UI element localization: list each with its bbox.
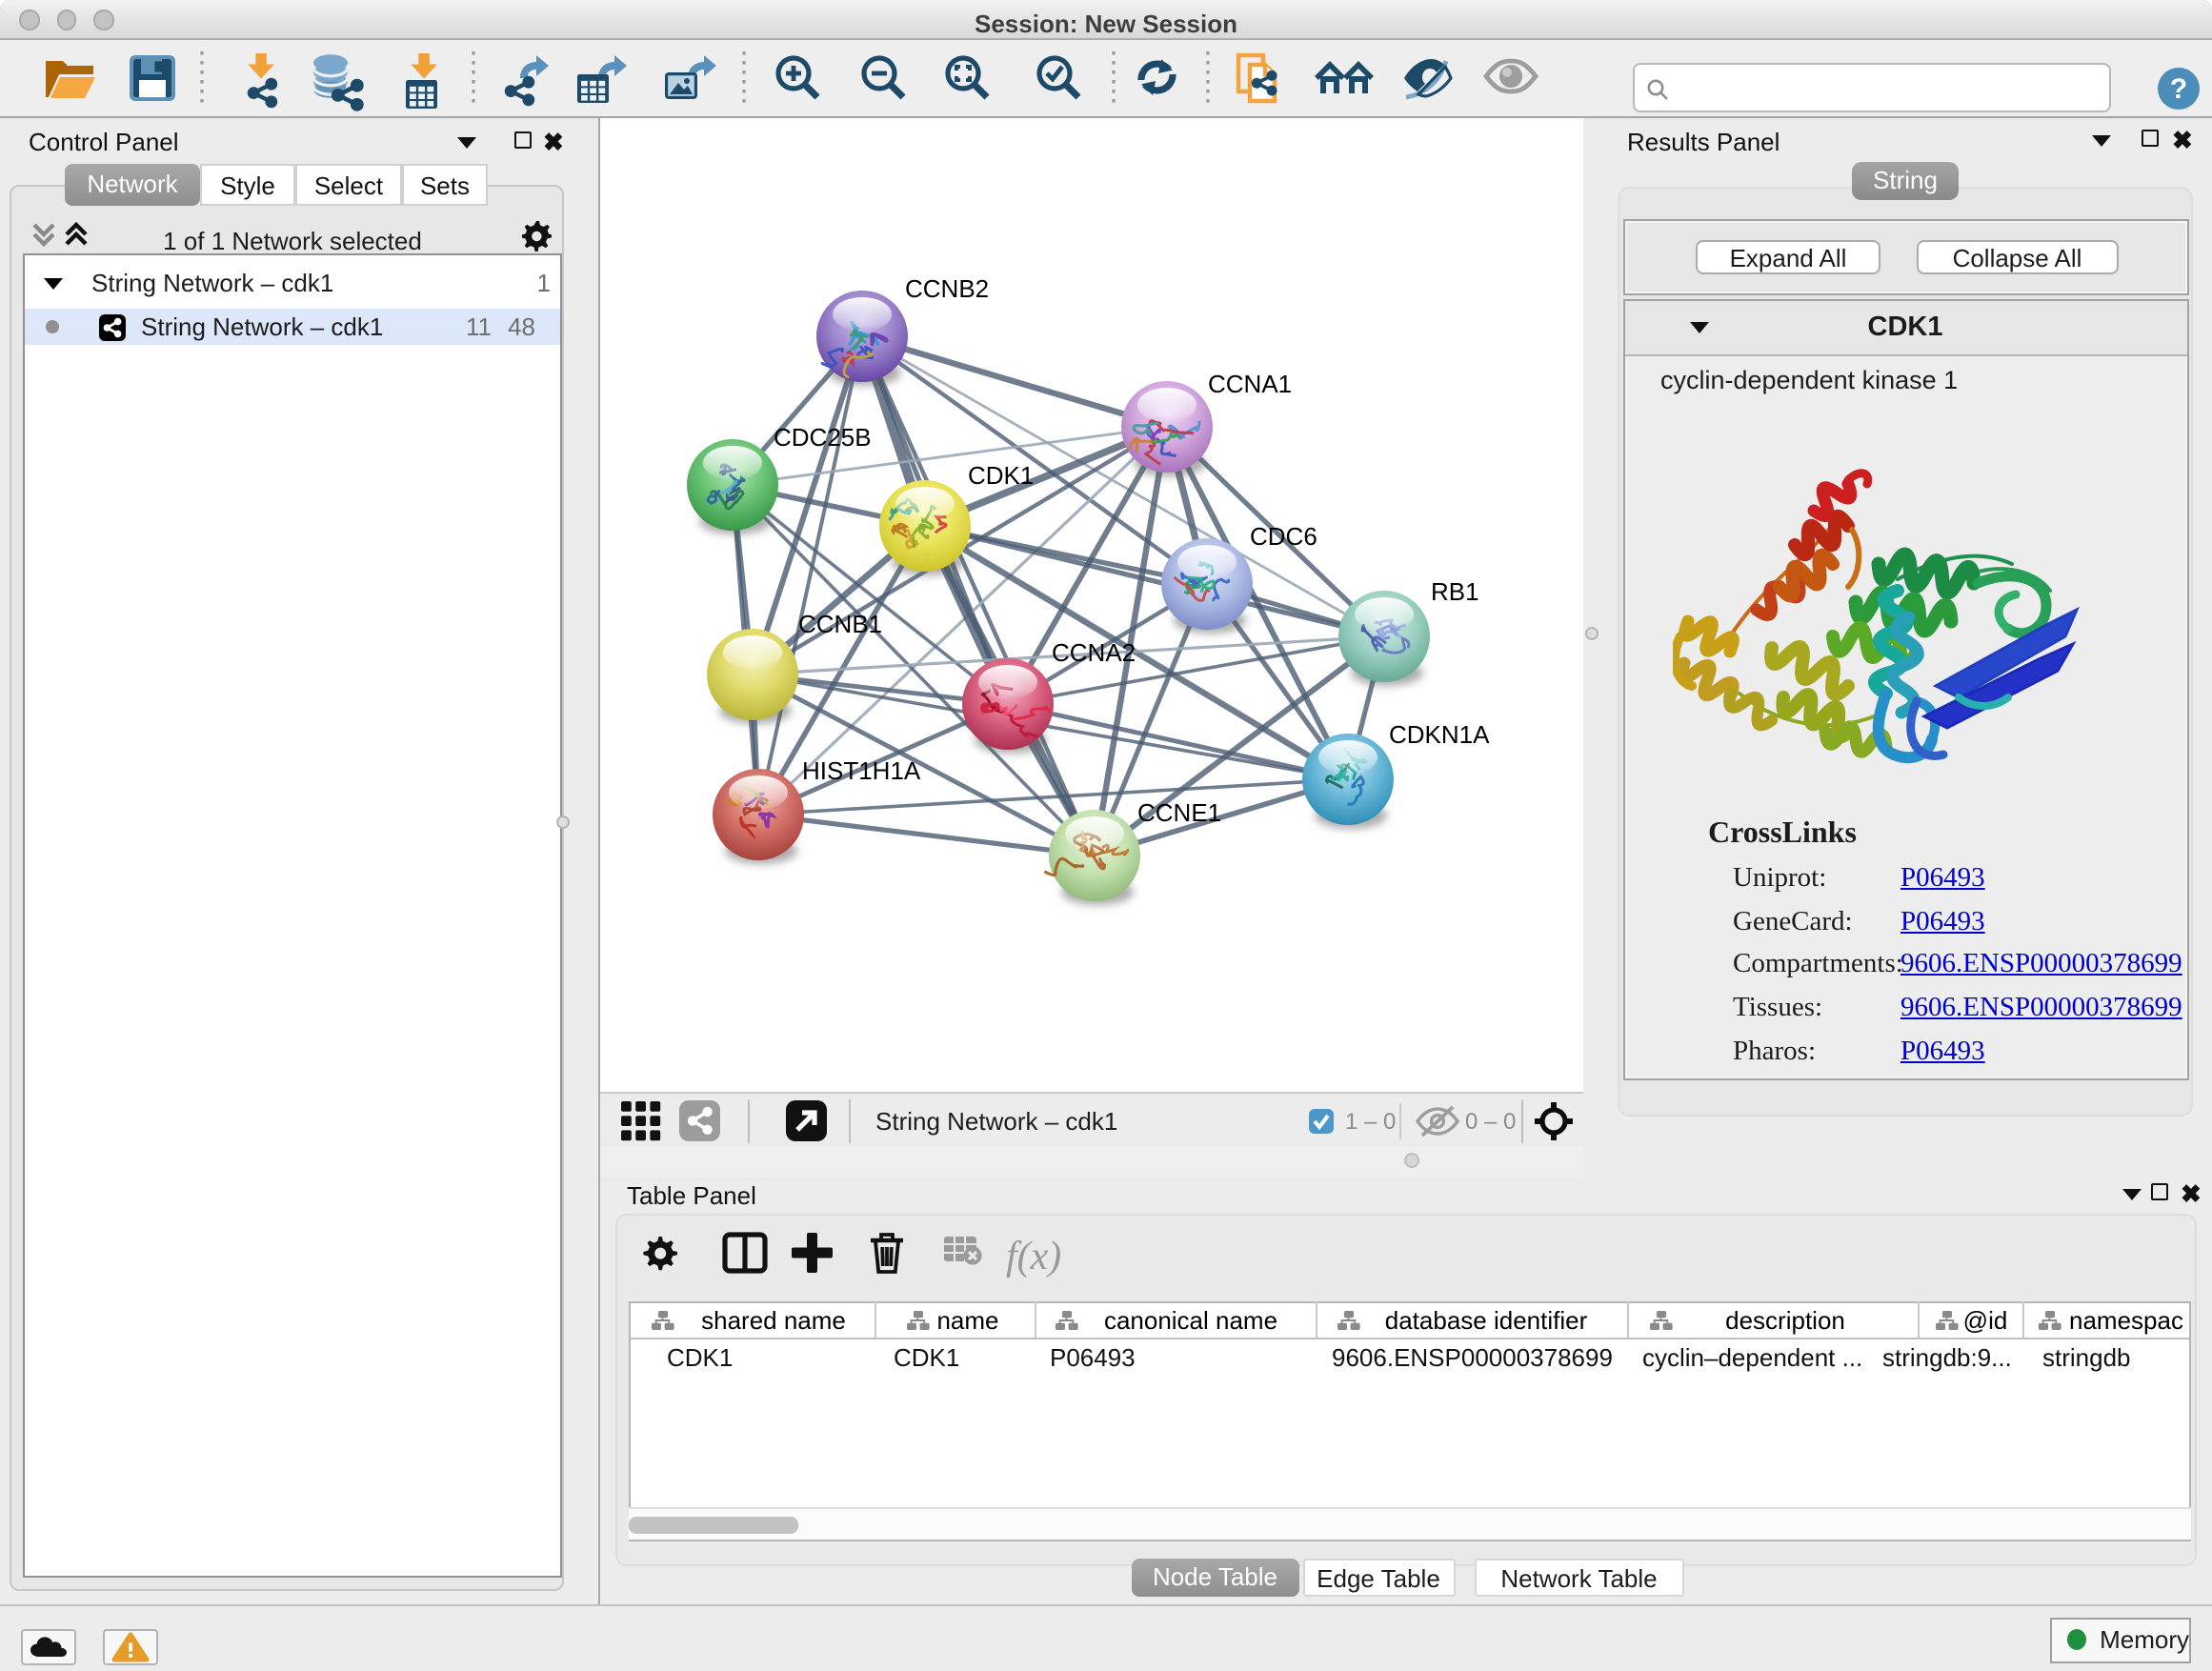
svg-text:9606.ENSP00000378699: 9606.ENSP00000378699 bbox=[1332, 1343, 1613, 1372]
svg-text:?: ? bbox=[2170, 73, 2187, 105]
svg-text:CCNA2: CCNA2 bbox=[1051, 637, 1135, 666]
svg-text:CCNB2: CCNB2 bbox=[904, 273, 988, 302]
svg-text:namespac: namespac bbox=[2069, 1306, 2183, 1335]
svg-text:1 – 0: 1 – 0 bbox=[1344, 1108, 1395, 1134]
svg-text:description: description bbox=[1725, 1306, 1845, 1335]
svg-text:CDK1: CDK1 bbox=[894, 1343, 959, 1372]
svg-text:database identifier: database identifier bbox=[1385, 1306, 1588, 1335]
svg-text:@id: @id bbox=[1963, 1306, 2008, 1335]
svg-text:canonical name: canonical name bbox=[1104, 1306, 1277, 1335]
svg-text:shared name: shared name bbox=[701, 1306, 846, 1335]
svg-text:CCNA1: CCNA1 bbox=[1207, 369, 1291, 397]
svg-text:CDK1: CDK1 bbox=[667, 1343, 733, 1372]
svg-text:CDKN1A: CDKN1A bbox=[1388, 719, 1489, 748]
svg-text:RB1: RB1 bbox=[1430, 576, 1478, 605]
svg-text:CDC6: CDC6 bbox=[1249, 521, 1317, 550]
svg-text:0 – 0: 0 – 0 bbox=[1464, 1108, 1515, 1134]
svg-text:CDK1: CDK1 bbox=[967, 460, 1033, 489]
svg-text:stringdb:9...: stringdb:9... bbox=[1882, 1343, 2012, 1372]
svg-text:CDC25B: CDC25B bbox=[773, 422, 871, 451]
svg-text:f(x): f(x) bbox=[1006, 1235, 1061, 1278]
svg-text:P06493: P06493 bbox=[1050, 1343, 1136, 1372]
svg-text:stringdb: stringdb bbox=[2042, 1343, 2131, 1372]
svg-text:cyclin–dependent ...: cyclin–dependent ... bbox=[1642, 1343, 1862, 1372]
svg-text:HIST1H1A: HIST1H1A bbox=[801, 755, 920, 784]
svg-text:name: name bbox=[936, 1306, 998, 1335]
svg-text:String Network – cdk1: String Network – cdk1 bbox=[875, 1106, 1116, 1135]
svg-text:CCNE1: CCNE1 bbox=[1136, 797, 1220, 826]
svg-text:CCNB1: CCNB1 bbox=[797, 609, 881, 637]
